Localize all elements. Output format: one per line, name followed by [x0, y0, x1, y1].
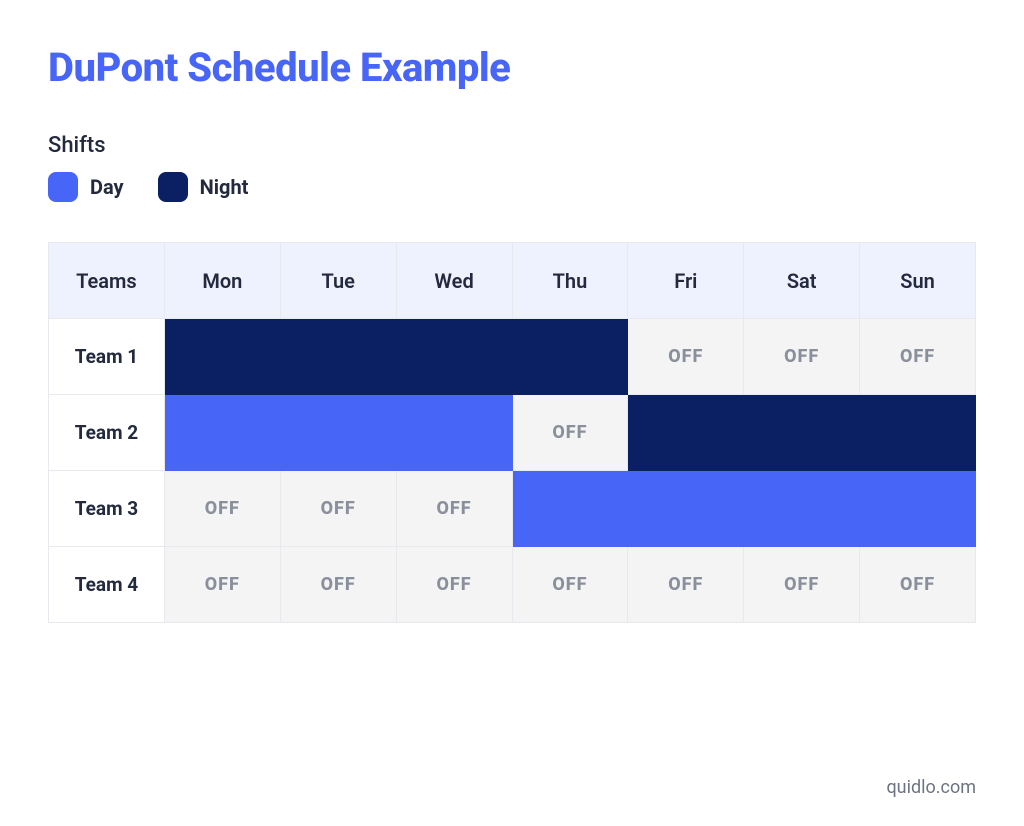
- table-header-row: Teams Mon Tue Wed Thu Fri Sat Sun: [49, 243, 976, 319]
- table-day-header: Mon: [164, 243, 280, 319]
- table-corner-header: Teams: [49, 243, 165, 319]
- schedule-cell: OFF: [628, 547, 744, 623]
- table-day-header: Tue: [280, 243, 396, 319]
- schedule-cell: OFF: [860, 547, 976, 623]
- schedule-cell: OFF: [280, 547, 396, 623]
- table-day-header: Sat: [744, 243, 860, 319]
- team-name-cell: Team 3: [49, 471, 165, 547]
- schedule-cell: OFF: [396, 471, 512, 547]
- table-day-header: Fri: [628, 243, 744, 319]
- table-day-header: Sun: [860, 243, 976, 319]
- schedule-cell: [744, 395, 860, 471]
- table-row: Team 1OFFOFFOFF: [49, 319, 976, 395]
- schedule-cell: OFF: [396, 547, 512, 623]
- schedule-cell: OFF: [512, 395, 628, 471]
- schedule-cell: [744, 471, 860, 547]
- schedule-cell: [280, 319, 396, 395]
- schedule-cell: [628, 471, 744, 547]
- table-row: Team 3OFFOFFOFF: [49, 471, 976, 547]
- schedule-cell: OFF: [628, 319, 744, 395]
- schedule-cell: [164, 395, 280, 471]
- shifts-heading: Shifts: [48, 133, 976, 158]
- table-day-header: Wed: [396, 243, 512, 319]
- table-day-header: Thu: [512, 243, 628, 319]
- attribution-text: quidlo.com: [886, 777, 976, 798]
- schedule-tbody: Team 1OFFOFFOFFTeam 2OFFTeam 3OFFOFFOFFT…: [49, 319, 976, 623]
- schedule-table: Teams Mon Tue Wed Thu Fri Sat Sun Team 1…: [48, 242, 976, 623]
- night-swatch: [158, 172, 188, 202]
- team-name-cell: Team 1: [49, 319, 165, 395]
- schedule-cell: [860, 395, 976, 471]
- day-swatch: [48, 172, 78, 202]
- table-row: Team 4OFFOFFOFFOFFOFFOFFOFF: [49, 547, 976, 623]
- legend-night-label: Night: [200, 175, 249, 199]
- schedule-cell: [396, 319, 512, 395]
- schedule-cell: OFF: [512, 547, 628, 623]
- legend: Day Night: [48, 172, 976, 202]
- legend-day-label: Day: [90, 175, 124, 199]
- schedule-cell: OFF: [744, 319, 860, 395]
- schedule-cell: OFF: [860, 319, 976, 395]
- schedule-cell: [512, 319, 628, 395]
- schedule-cell: OFF: [164, 547, 280, 623]
- schedule-cell: [628, 395, 744, 471]
- schedule-cell: [164, 319, 280, 395]
- page-title: DuPont Schedule Example: [48, 44, 976, 91]
- schedule-cell: [280, 395, 396, 471]
- team-name-cell: Team 4: [49, 547, 165, 623]
- schedule-cell: [396, 395, 512, 471]
- schedule-cell: OFF: [280, 471, 396, 547]
- legend-item-night: Night: [158, 172, 249, 202]
- legend-item-day: Day: [48, 172, 124, 202]
- schedule-cell: OFF: [164, 471, 280, 547]
- schedule-cell: OFF: [744, 547, 860, 623]
- schedule-cell: [512, 471, 628, 547]
- table-row: Team 2 OFF: [49, 395, 976, 471]
- team-name-cell: Team 2: [49, 395, 165, 471]
- schedule-cell: [860, 471, 976, 547]
